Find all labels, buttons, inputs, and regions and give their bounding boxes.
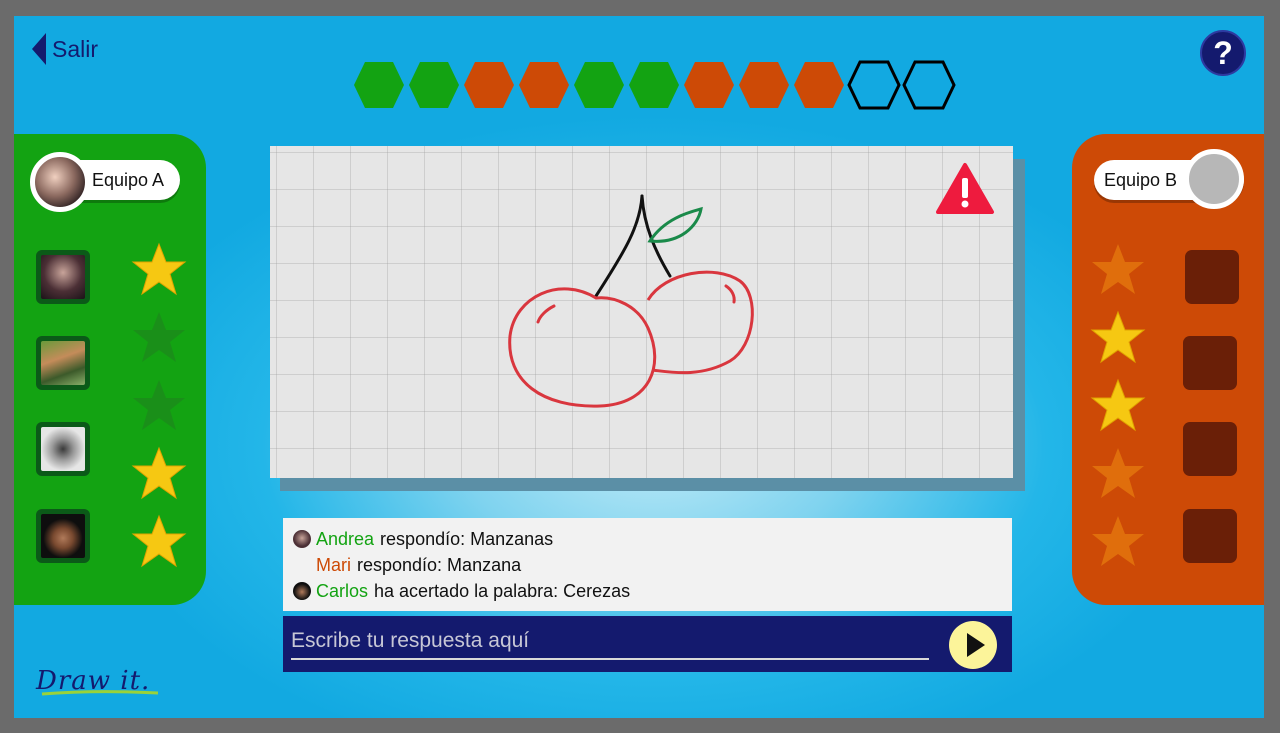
chat-text: respondío: Manzanas (380, 528, 554, 549)
back-arrow-icon (32, 33, 46, 65)
play-icon (966, 633, 985, 657)
round-hex-7 (682, 58, 736, 112)
round-hex-9 (792, 58, 846, 112)
round-progress (352, 58, 957, 112)
send-button[interactable] (949, 621, 997, 669)
drawing-canvas[interactable] (270, 146, 1013, 478)
team-a-star-3 (131, 378, 187, 434)
round-hex-1 (352, 58, 406, 112)
team-a-star-4 (131, 446, 187, 502)
chat-author: Mari (316, 554, 351, 575)
team-b-slot-2 (1183, 336, 1237, 390)
team-a-player-1[interactable] (36, 250, 90, 304)
cherries-drawing (508, 194, 754, 408)
chat-author: Andrea (316, 528, 375, 549)
carlos-avatar (293, 582, 311, 600)
round-hex-2 (407, 58, 461, 112)
round-hex-5 (572, 58, 626, 112)
team-b-name: Equipo B (1104, 169, 1178, 190)
team-b-slot-1 (1185, 250, 1239, 304)
answer-input[interactable] (291, 624, 929, 660)
chat-message: Carlos ha acertado la palabra: Cerezas (293, 578, 1002, 604)
chat-author: Carlos (316, 580, 369, 601)
report-warning-icon[interactable] (935, 162, 995, 216)
andrea-avatar (293, 530, 311, 548)
chat-log: Andrea respondío: Manzanas Mari respondí… (283, 518, 1012, 611)
team-a-star-5 (131, 514, 187, 570)
chat-text: respondío: Manzana (357, 554, 522, 575)
back-button[interactable]: Salir (32, 32, 98, 66)
team-a-star-2 (131, 310, 187, 366)
team-b-star-2 (1090, 310, 1146, 366)
logo-brush-stroke (41, 690, 159, 696)
team-a-star-1 (131, 242, 187, 298)
game-screen: Salir ? Equipo A Equipo B Andrea respond… (14, 16, 1264, 718)
chat-text: ha acertado la palabra: Cerezas (374, 580, 631, 601)
team-a-avatar (30, 152, 90, 212)
help-button[interactable]: ? (1200, 30, 1246, 76)
team-b-slot-3 (1183, 422, 1237, 476)
round-hex-3 (462, 58, 516, 112)
chat-message: Mari respondío: Manzana (293, 552, 1002, 578)
team-b-star-5 (1090, 514, 1146, 570)
round-hex-8 (737, 58, 791, 112)
team-b-star-1 (1090, 242, 1146, 298)
team-b-slot-4 (1183, 509, 1237, 563)
chat-message: Andrea respondío: Manzanas (293, 526, 1002, 552)
round-hex-11 (902, 58, 956, 112)
team-b-star-4 (1090, 446, 1146, 502)
back-label: Salir (52, 35, 99, 62)
team-a-player-2[interactable] (36, 336, 90, 390)
team-a-name: Equipo A (92, 169, 165, 190)
round-hex-4 (517, 58, 571, 112)
team-a-player-4[interactable] (36, 509, 90, 563)
round-hex-6 (627, 58, 681, 112)
round-hex-10 (847, 58, 901, 112)
team-b-star-3 (1090, 378, 1146, 434)
answer-bar (283, 616, 1012, 672)
team-a-player-3[interactable] (36, 422, 90, 476)
team-b-avatar (1184, 149, 1244, 209)
